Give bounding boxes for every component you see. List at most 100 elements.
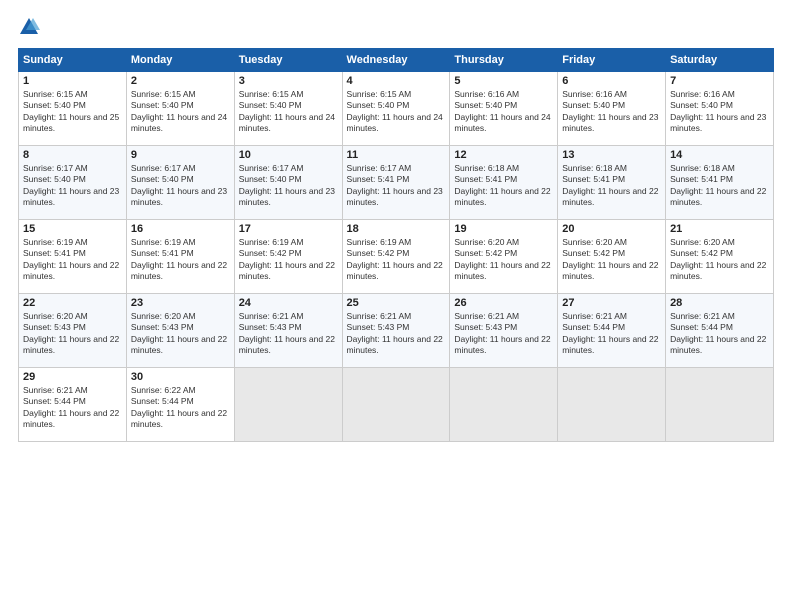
- day-number: 27: [562, 297, 661, 309]
- calendar-table: SundayMondayTuesdayWednesdayThursdayFrid…: [18, 48, 774, 442]
- cell-content: Sunrise: 6:17 AMSunset: 5:40 PMDaylight:…: [131, 163, 227, 207]
- calendar-cell: 4 Sunrise: 6:15 AMSunset: 5:40 PMDayligh…: [342, 72, 450, 146]
- cell-content: Sunrise: 6:20 AMSunset: 5:42 PMDaylight:…: [454, 237, 550, 281]
- cell-content: Sunrise: 6:17 AMSunset: 5:40 PMDaylight:…: [239, 163, 335, 207]
- logo-icon: [18, 16, 40, 38]
- day-number: 19: [454, 223, 553, 235]
- calendar-cell: 15 Sunrise: 6:19 AMSunset: 5:41 PMDaylig…: [19, 220, 127, 294]
- cell-content: Sunrise: 6:19 AMSunset: 5:41 PMDaylight:…: [23, 237, 119, 281]
- day-number: 12: [454, 149, 553, 161]
- header-day-tuesday: Tuesday: [234, 49, 342, 72]
- calendar-cell: 19 Sunrise: 6:20 AMSunset: 5:42 PMDaylig…: [450, 220, 558, 294]
- header-day-monday: Monday: [126, 49, 234, 72]
- calendar-cell: 26 Sunrise: 6:21 AMSunset: 5:43 PMDaylig…: [450, 294, 558, 368]
- cell-content: Sunrise: 6:21 AMSunset: 5:44 PMDaylight:…: [562, 311, 658, 355]
- calendar-cell: 17 Sunrise: 6:19 AMSunset: 5:42 PMDaylig…: [234, 220, 342, 294]
- calendar-cell: [666, 368, 774, 442]
- calendar-cell: [342, 368, 450, 442]
- day-number: 1: [23, 75, 122, 87]
- calendar-cell: 14 Sunrise: 6:18 AMSunset: 5:41 PMDaylig…: [666, 146, 774, 220]
- day-number: 29: [23, 371, 122, 383]
- cell-content: Sunrise: 6:21 AMSunset: 5:44 PMDaylight:…: [23, 385, 119, 429]
- day-number: 9: [131, 149, 230, 161]
- day-number: 25: [347, 297, 446, 309]
- cell-content: Sunrise: 6:15 AMSunset: 5:40 PMDaylight:…: [347, 89, 443, 133]
- calendar-cell: 27 Sunrise: 6:21 AMSunset: 5:44 PMDaylig…: [558, 294, 666, 368]
- day-number: 15: [23, 223, 122, 235]
- calendar-cell: 2 Sunrise: 6:15 AMSunset: 5:40 PMDayligh…: [126, 72, 234, 146]
- cell-content: Sunrise: 6:21 AMSunset: 5:44 PMDaylight:…: [670, 311, 766, 355]
- day-number: 21: [670, 223, 769, 235]
- calendar-cell: 25 Sunrise: 6:21 AMSunset: 5:43 PMDaylig…: [342, 294, 450, 368]
- calendar-cell: 11 Sunrise: 6:17 AMSunset: 5:41 PMDaylig…: [342, 146, 450, 220]
- day-number: 23: [131, 297, 230, 309]
- week-row-1: 8 Sunrise: 6:17 AMSunset: 5:40 PMDayligh…: [19, 146, 774, 220]
- day-number: 28: [670, 297, 769, 309]
- day-number: 3: [239, 75, 338, 87]
- calendar-cell: 21 Sunrise: 6:20 AMSunset: 5:42 PMDaylig…: [666, 220, 774, 294]
- calendar-cell: 6 Sunrise: 6:16 AMSunset: 5:40 PMDayligh…: [558, 72, 666, 146]
- cell-content: Sunrise: 6:21 AMSunset: 5:43 PMDaylight:…: [239, 311, 335, 355]
- day-number: 13: [562, 149, 661, 161]
- week-row-0: 1 Sunrise: 6:15 AMSunset: 5:40 PMDayligh…: [19, 72, 774, 146]
- cell-content: Sunrise: 6:22 AMSunset: 5:44 PMDaylight:…: [131, 385, 227, 429]
- day-number: 11: [347, 149, 446, 161]
- day-number: 30: [131, 371, 230, 383]
- day-number: 14: [670, 149, 769, 161]
- header-day-wednesday: Wednesday: [342, 49, 450, 72]
- calendar-cell: 30 Sunrise: 6:22 AMSunset: 5:44 PMDaylig…: [126, 368, 234, 442]
- cell-content: Sunrise: 6:19 AMSunset: 5:42 PMDaylight:…: [239, 237, 335, 281]
- day-number: 4: [347, 75, 446, 87]
- day-number: 18: [347, 223, 446, 235]
- calendar-cell: [234, 368, 342, 442]
- cell-content: Sunrise: 6:20 AMSunset: 5:43 PMDaylight:…: [131, 311, 227, 355]
- calendar-cell: 28 Sunrise: 6:21 AMSunset: 5:44 PMDaylig…: [666, 294, 774, 368]
- cell-content: Sunrise: 6:18 AMSunset: 5:41 PMDaylight:…: [562, 163, 658, 207]
- day-number: 7: [670, 75, 769, 87]
- calendar-cell: 23 Sunrise: 6:20 AMSunset: 5:43 PMDaylig…: [126, 294, 234, 368]
- day-number: 17: [239, 223, 338, 235]
- calendar-cell: 10 Sunrise: 6:17 AMSunset: 5:40 PMDaylig…: [234, 146, 342, 220]
- day-number: 16: [131, 223, 230, 235]
- cell-content: Sunrise: 6:16 AMSunset: 5:40 PMDaylight:…: [562, 89, 658, 133]
- week-row-4: 29 Sunrise: 6:21 AMSunset: 5:44 PMDaylig…: [19, 368, 774, 442]
- calendar-cell: 24 Sunrise: 6:21 AMSunset: 5:43 PMDaylig…: [234, 294, 342, 368]
- cell-content: Sunrise: 6:20 AMSunset: 5:43 PMDaylight:…: [23, 311, 119, 355]
- cell-content: Sunrise: 6:15 AMSunset: 5:40 PMDaylight:…: [239, 89, 335, 133]
- cell-content: Sunrise: 6:16 AMSunset: 5:40 PMDaylight:…: [454, 89, 550, 133]
- calendar-cell: 12 Sunrise: 6:18 AMSunset: 5:41 PMDaylig…: [450, 146, 558, 220]
- day-number: 22: [23, 297, 122, 309]
- calendar-cell: 16 Sunrise: 6:19 AMSunset: 5:41 PMDaylig…: [126, 220, 234, 294]
- header-row: SundayMondayTuesdayWednesdayThursdayFrid…: [19, 49, 774, 72]
- calendar-cell: [450, 368, 558, 442]
- calendar-cell: 1 Sunrise: 6:15 AMSunset: 5:40 PMDayligh…: [19, 72, 127, 146]
- header: [18, 16, 774, 38]
- cell-content: Sunrise: 6:17 AMSunset: 5:41 PMDaylight:…: [347, 163, 443, 207]
- calendar-cell: 3 Sunrise: 6:15 AMSunset: 5:40 PMDayligh…: [234, 72, 342, 146]
- calendar-cell: 9 Sunrise: 6:17 AMSunset: 5:40 PMDayligh…: [126, 146, 234, 220]
- calendar-cell: 8 Sunrise: 6:17 AMSunset: 5:40 PMDayligh…: [19, 146, 127, 220]
- cell-content: Sunrise: 6:16 AMSunset: 5:40 PMDaylight:…: [670, 89, 766, 133]
- header-day-friday: Friday: [558, 49, 666, 72]
- header-day-sunday: Sunday: [19, 49, 127, 72]
- cell-content: Sunrise: 6:18 AMSunset: 5:41 PMDaylight:…: [454, 163, 550, 207]
- day-number: 20: [562, 223, 661, 235]
- cell-content: Sunrise: 6:21 AMSunset: 5:43 PMDaylight:…: [347, 311, 443, 355]
- calendar-cell: 22 Sunrise: 6:20 AMSunset: 5:43 PMDaylig…: [19, 294, 127, 368]
- day-number: 26: [454, 297, 553, 309]
- calendar-cell: 29 Sunrise: 6:21 AMSunset: 5:44 PMDaylig…: [19, 368, 127, 442]
- cell-content: Sunrise: 6:19 AMSunset: 5:41 PMDaylight:…: [131, 237, 227, 281]
- day-number: 2: [131, 75, 230, 87]
- calendar-cell: 18 Sunrise: 6:19 AMSunset: 5:42 PMDaylig…: [342, 220, 450, 294]
- cell-content: Sunrise: 6:15 AMSunset: 5:40 PMDaylight:…: [131, 89, 227, 133]
- cell-content: Sunrise: 6:15 AMSunset: 5:40 PMDaylight:…: [23, 89, 119, 133]
- header-day-thursday: Thursday: [450, 49, 558, 72]
- cell-content: Sunrise: 6:21 AMSunset: 5:43 PMDaylight:…: [454, 311, 550, 355]
- week-row-2: 15 Sunrise: 6:19 AMSunset: 5:41 PMDaylig…: [19, 220, 774, 294]
- page: SundayMondayTuesdayWednesdayThursdayFrid…: [0, 0, 792, 612]
- cell-content: Sunrise: 6:17 AMSunset: 5:40 PMDaylight:…: [23, 163, 119, 207]
- calendar-cell: 5 Sunrise: 6:16 AMSunset: 5:40 PMDayligh…: [450, 72, 558, 146]
- day-number: 10: [239, 149, 338, 161]
- logo: [18, 16, 44, 38]
- cell-content: Sunrise: 6:18 AMSunset: 5:41 PMDaylight:…: [670, 163, 766, 207]
